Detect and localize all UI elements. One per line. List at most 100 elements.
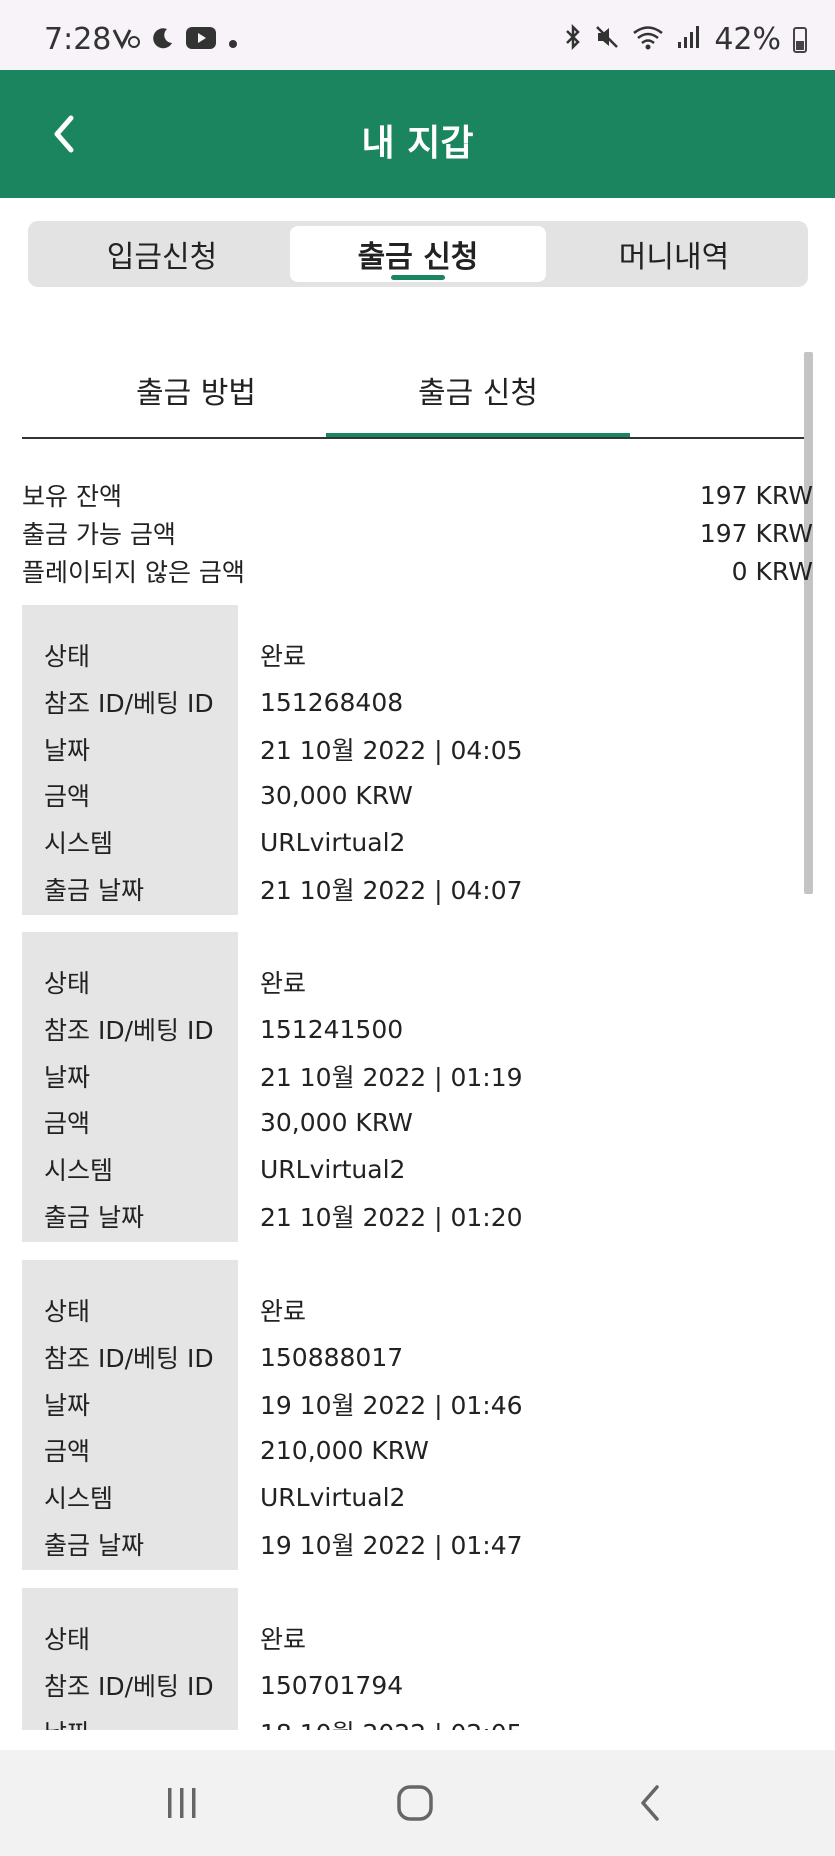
- record-label: 상태: [44, 969, 91, 998]
- record-label: 참조 ID/베팅 ID: [44, 689, 214, 718]
- record-row-withdraw-date: 출금 날짜 21 10월 2022 | 01:20: [22, 1196, 813, 1236]
- record-row-date: 날짜 18 10월 2022 | 02:05: [22, 1712, 813, 1730]
- record-value: 18 10월 2022 | 02:05: [260, 1714, 523, 1730]
- record-label: 출금 날짜: [44, 1203, 144, 1232]
- record-value: 30,000 KRW: [260, 780, 413, 810]
- withdrawal-list: 상태 완료 참조 ID/베팅 ID 151268408 날짜 21 10월 20…: [0, 600, 835, 1730]
- tab-label: 입금신청: [106, 240, 218, 275]
- record-label: 참조 ID/베팅 ID: [44, 1344, 214, 1373]
- balance-row-withdrawable: 출금 가능 금액 197 KRW: [22, 514, 813, 552]
- dot-icon: [228, 27, 238, 55]
- record-value: 21 10월 2022 | 01:19: [260, 1063, 523, 1092]
- record-value: 19 10월 2022 | 01:47: [260, 1531, 523, 1560]
- record-value: 완료: [260, 969, 307, 998]
- record-row-date: 날짜 21 10월 2022 | 01:19: [22, 1056, 813, 1096]
- record-row-amount: 금액 210,000 KRW: [22, 1430, 813, 1470]
- recent-apps-icon: [168, 1788, 196, 1818]
- status-bar: 7:28 42%: [0, 0, 835, 70]
- record-label: 상태: [44, 642, 91, 671]
- balance-label: 출금 가능 금액: [22, 520, 176, 549]
- tab-deposit-request[interactable]: 입금신청: [34, 226, 290, 282]
- record-value: 19 10월 2022 | 01:46: [260, 1391, 523, 1420]
- page-title: 내 지갑: [361, 123, 474, 164]
- tab-label: 출금 신청: [357, 240, 479, 275]
- record-label: 시스템: [44, 1484, 114, 1513]
- record-value: URLvirtual2: [260, 827, 406, 857]
- record-row-ref-id: 참조 ID/베팅 ID 151268408: [22, 682, 813, 722]
- record-label-column: [22, 1588, 238, 1730]
- balance-value: 197 KRW: [699, 518, 813, 548]
- record-label: 금액: [44, 1437, 91, 1466]
- youtube-icon: [186, 27, 216, 55]
- record-value: URLvirtual2: [260, 1154, 406, 1184]
- moon-icon: [152, 27, 174, 55]
- record-label: 날짜: [44, 1714, 90, 1730]
- withdrawal-record: 상태 완료 참조 ID/베팅 ID 150888017 날짜 19 10월 20…: [22, 1260, 813, 1570]
- withdrawal-record: 상태 완료 참조 ID/베팅 ID 151241500 날짜 21 10월 20…: [22, 932, 813, 1242]
- record-label: 출금 날짜: [44, 876, 144, 905]
- balance-value: 0 KRW: [731, 556, 813, 586]
- record-row-status: 상태 완료: [22, 1618, 813, 1658]
- tab-money-history[interactable]: 머니내역: [546, 226, 802, 282]
- record-label: 날짜: [44, 736, 91, 765]
- balance-row-unplayed: 플레이되지 않은 금액 0 KRW: [22, 552, 813, 590]
- record-label: 날짜: [44, 1391, 91, 1420]
- balance-label: 플레이되지 않은 금액: [22, 558, 245, 587]
- record-value: 210,000 KRW: [260, 1435, 429, 1465]
- active-tab-indicator: [391, 275, 445, 280]
- record-value: 21 10월 2022 | 04:07: [260, 876, 523, 905]
- back-icon: [641, 1785, 659, 1821]
- record-label: 시스템: [44, 1156, 114, 1185]
- subtab-withdraw-method[interactable]: 출금 방법: [44, 345, 348, 435]
- record-value: 150888017: [260, 1342, 404, 1372]
- record-value: 완료: [260, 1297, 307, 1326]
- record-label: 상태: [44, 1297, 91, 1326]
- system-nav-bar: [0, 1750, 835, 1856]
- sub-tabs: 출금 방법 출금 신청: [22, 345, 813, 440]
- withdrawal-record: 상태 완료 참조 ID/베팅 ID 151268408 날짜 21 10월 20…: [22, 605, 813, 915]
- record-label: 출금 날짜: [44, 1531, 144, 1560]
- record-label: 참조 ID/베팅 ID: [44, 1672, 214, 1701]
- record-row-system: 시스템 URLvirtual2: [22, 1477, 813, 1517]
- record-value: 21 10월 2022 | 04:05: [260, 736, 523, 765]
- record-row-ref-id: 참조 ID/베팅 ID 150888017: [22, 1337, 813, 1377]
- main-tabs: 입금신청 출금 신청 머니내역: [28, 221, 808, 287]
- wifi-icon: [632, 24, 664, 56]
- record-row-amount: 금액 30,000 KRW: [22, 1102, 813, 1142]
- subtab-label: 출금 방법: [136, 376, 256, 411]
- home-button[interactable]: [385, 1778, 445, 1828]
- record-row-system: 시스템 URLvirtual2: [22, 822, 813, 862]
- record-label: 상태: [44, 1625, 91, 1654]
- record-row-status: 상태 완료: [22, 1290, 813, 1330]
- recent-apps-button[interactable]: [152, 1778, 212, 1828]
- record-row-system: 시스템 URLvirtual2: [22, 1149, 813, 1189]
- record-row-amount: 금액 30,000 KRW: [22, 775, 813, 815]
- status-left-icons: [112, 26, 238, 56]
- divider: [22, 437, 813, 439]
- record-value: URLvirtual2: [260, 1482, 406, 1512]
- record-row-status: 상태 완료: [22, 635, 813, 675]
- subtab-withdraw-request[interactable]: 출금 신청: [326, 345, 630, 439]
- balance-value: 197 KRW: [699, 480, 813, 510]
- balance-row-held: 보유 잔액 197 KRW: [22, 476, 813, 514]
- record-value: 151241500: [260, 1014, 404, 1044]
- bluetooth-icon: [564, 23, 582, 56]
- nav-back-button[interactable]: [620, 1778, 680, 1828]
- subtab-label: 출금 신청: [418, 376, 538, 411]
- record-row-withdraw-date: 출금 날짜 21 10월 2022 | 04:07: [22, 869, 813, 909]
- record-label: 날짜: [44, 1063, 91, 1092]
- record-label: 시스템: [44, 829, 114, 858]
- battery-percent: 42%: [714, 22, 781, 57]
- balance-label: 보유 잔액: [22, 482, 122, 511]
- withdrawal-record: 상태 완료 참조 ID/베팅 ID 150701794 날짜 18 10월 20…: [22, 1588, 813, 1730]
- record-value: 완료: [260, 1625, 307, 1654]
- home-icon: [397, 1785, 433, 1821]
- record-value: 완료: [260, 642, 307, 671]
- status-right-icons: 42%: [564, 22, 807, 57]
- record-label: 참조 ID/베팅 ID: [44, 1016, 214, 1045]
- tab-label: 머니내역: [618, 240, 730, 275]
- record-value: 151268408: [260, 687, 404, 717]
- record-row-ref-id: 참조 ID/베팅 ID 151241500: [22, 1009, 813, 1049]
- tab-withdraw-request[interactable]: 출금 신청: [290, 226, 546, 282]
- status-time: 7:28: [44, 22, 112, 57]
